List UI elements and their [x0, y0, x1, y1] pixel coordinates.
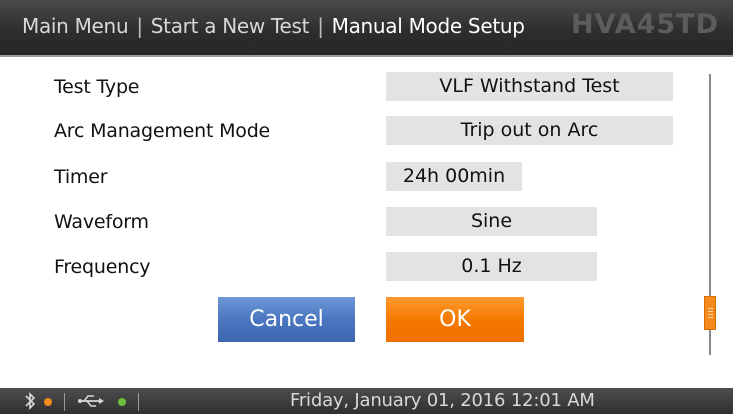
scrollbar-thumb[interactable] — [704, 296, 716, 330]
test-type-field[interactable]: VLF Withstand Test — [386, 72, 673, 101]
breadcrumb-separator: | — [317, 14, 324, 38]
orange-status-dot — [44, 398, 52, 406]
breadcrumb-separator: | — [136, 14, 143, 38]
setting-row-test-type: Test Type VLF Withstand Test — [0, 72, 690, 106]
setting-row-waveform: Waveform Sine — [0, 207, 690, 241]
setting-row-timer: Timer 24h 00min — [0, 162, 690, 196]
ok-button[interactable]: OK — [386, 297, 524, 342]
setting-row-frequency: Frequency 0.1 Hz — [0, 252, 690, 286]
frequency-field[interactable]: 0.1 Hz — [386, 252, 597, 281]
setting-label: Timer — [54, 166, 108, 188]
status-separator — [138, 393, 139, 411]
green-status-dot — [118, 398, 126, 406]
setting-label: Arc Management Mode — [54, 120, 271, 142]
setting-row-arc-management-mode: Arc Management Mode Trip out on Arc — [0, 116, 690, 150]
setting-label: Frequency — [54, 256, 151, 278]
setting-label: Test Type — [54, 76, 140, 98]
cancel-button[interactable]: Cancel — [218, 297, 355, 342]
header-divider — [0, 55, 733, 57]
breadcrumb: Main Menu | Start a New Test | Manual Mode S… — [22, 14, 525, 38]
breadcrumb-current-page: Manual Mode Setup — [331, 14, 525, 38]
status-bar: Friday, January 01, 2016 12:01 AM — [0, 388, 733, 414]
device-model-logo: HVA45TD — [571, 9, 719, 40]
setting-label: Waveform — [54, 211, 149, 233]
arc-management-mode-field[interactable]: Trip out on Arc — [386, 116, 673, 145]
waveform-field[interactable]: Sine — [386, 207, 597, 236]
timer-field[interactable]: 24h 00min — [386, 162, 522, 191]
breadcrumb-main-menu[interactable]: Main Menu — [22, 14, 129, 38]
usb-icon — [78, 391, 104, 416]
date-time-display: Friday, January 01, 2016 12:01 AM — [290, 390, 595, 411]
title-bar: Main Menu | Start a New Test | Manual Mode S… — [0, 0, 733, 55]
status-separator — [64, 393, 65, 411]
breadcrumb-start-new-test[interactable]: Start a New Test — [151, 14, 310, 38]
bluetooth-icon — [24, 391, 36, 416]
